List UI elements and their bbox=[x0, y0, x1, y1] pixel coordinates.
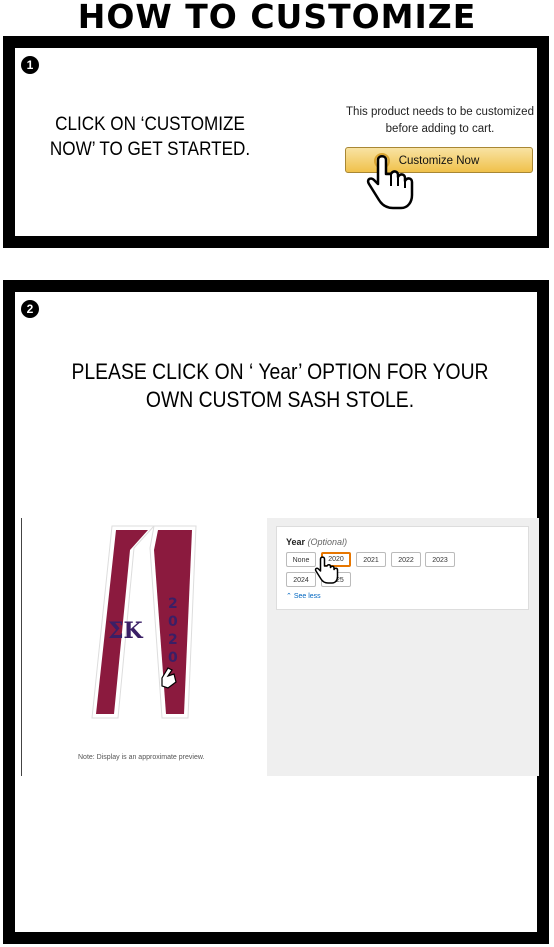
stole-year-digit: 2 bbox=[168, 632, 178, 648]
step-1-instruction: CLICK ON ‘CUSTOMIZE NOW’ TO GET STARTED. bbox=[49, 114, 251, 160]
pointer-hand-icon bbox=[366, 153, 414, 210]
year-option-card: Year (Optional) None 2020 2021 2022 2023… bbox=[276, 526, 529, 610]
stole-preview: ΣΚ 2 0 2 0 Note: Display is an approxima… bbox=[21, 518, 262, 776]
step-2-instruction: PLEASE CLICK ON ‘ Year’ OPTION FOR YOUR … bbox=[71, 359, 489, 412]
year-chip-2023[interactable]: 2023 bbox=[425, 552, 455, 567]
step-1-panel: 1 CLICK ON ‘CUSTOMIZE NOW’ TO GET STARTE… bbox=[3, 36, 549, 248]
step-number-2: 2 bbox=[21, 300, 39, 318]
year-chip-none[interactable]: None bbox=[286, 552, 316, 567]
year-chip-2022[interactable]: 2022 bbox=[391, 552, 421, 567]
options-panel: Year (Optional) None 2020 2021 2022 2023… bbox=[267, 518, 539, 776]
stole-year-digit: 0 bbox=[168, 650, 178, 666]
page-title: HOW TO CUSTOMIZE bbox=[77, 0, 477, 36]
preview-note: Note: Display is an approximate preview. bbox=[78, 754, 205, 761]
year-chip-2024[interactable]: 2024 bbox=[286, 572, 316, 587]
customize-required-note: This product needs to be customized befo… bbox=[346, 106, 534, 135]
step-number-1: 1 bbox=[21, 56, 39, 74]
year-chip-2021[interactable]: 2021 bbox=[356, 552, 386, 567]
year-option-label: Year (Optional) bbox=[286, 537, 348, 547]
pointer-hand-icon bbox=[314, 556, 339, 584]
stole-greek-letters: ΣΚ bbox=[108, 618, 144, 644]
stole-year-digit: 2 bbox=[168, 596, 178, 612]
see-less-link[interactable]: ⌃ See less bbox=[286, 592, 321, 600]
stole-year-digit: 0 bbox=[168, 614, 178, 630]
step-2-panel: 2 PLEASE CLICK ON ‘ Year’ OPTION FOR YOU… bbox=[3, 280, 549, 944]
sash-stole-image: ΣΚ 2 0 2 0 bbox=[91, 525, 197, 719]
